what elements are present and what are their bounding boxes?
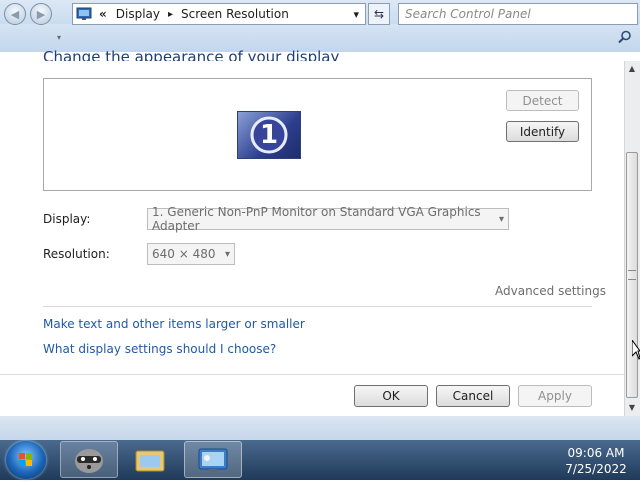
resolution-select[interactable]: 640 × 480 ▾ <box>147 243 235 265</box>
control-panel-icon <box>76 7 92 20</box>
clock-time[interactable]: 09:06 AM <box>556 446 636 460</box>
display-select-value: 1. Generic Non-PnP Monitor on Standard V… <box>152 205 481 233</box>
search-icon[interactable] <box>618 30 632 44</box>
start-button[interactable] <box>6 441 46 479</box>
back-arrow-icon: ◀ <box>10 7 20 21</box>
monitor-tile-1[interactable]: 1 <box>237 111 301 159</box>
breadcrumb-separator-icon[interactable]: ▸ <box>168 9 173 20</box>
detect-button[interactable]: Detect <box>506 90 579 111</box>
raccoon-icon <box>75 449 103 473</box>
folder-icon <box>135 450 165 472</box>
address-dropdown-icon[interactable]: ▾ <box>353 8 359 21</box>
display-label: Display: <box>43 212 91 226</box>
chevron-down-icon: ▾ <box>224 248 230 260</box>
forward-button[interactable]: ▶ <box>30 3 52 25</box>
display-select[interactable]: 1. Generic Non-PnP Monitor on Standard V… <box>147 205 509 233</box>
resolution-label: Resolution: <box>43 247 110 261</box>
text-size-link[interactable]: Make text and other items larger or smal… <box>43 317 305 331</box>
back-button[interactable]: ◀ <box>4 3 26 25</box>
footer-divider <box>0 374 624 375</box>
refresh-icon: ⇆ <box>373 7 385 21</box>
ok-button[interactable]: OK <box>354 385 428 407</box>
page-heading: Change the appearance of your display <box>43 48 340 61</box>
taskbar-app-raccoon[interactable] <box>60 441 118 478</box>
breadcrumb-item-screen-resolution[interactable]: Screen Resolution <box>181 7 289 21</box>
monitor-number: 1 <box>259 120 279 150</box>
thumb-grip-icon <box>628 270 636 280</box>
cancel-button[interactable]: Cancel <box>436 385 510 407</box>
scroll-down-icon[interactable]: ▼ <box>626 401 638 415</box>
resolution-select-value: 640 × 480 <box>152 247 216 261</box>
clock-date[interactable]: 7/25/2022 <box>556 462 636 476</box>
forward-arrow-icon: ▶ <box>36 7 46 21</box>
divider <box>43 306 592 307</box>
search-input[interactable]: Search Control Panel <box>398 3 638 25</box>
taskbar-app-control-panel[interactable] <box>184 441 242 478</box>
mouse-cursor-icon <box>632 340 640 360</box>
breadcrumb-overflow[interactable]: « <box>99 7 107 21</box>
breadcrumb-item-display[interactable]: Display <box>116 7 160 21</box>
display-settings-help-link[interactable]: What display settings should I choose? <box>43 342 276 356</box>
control-panel-icon <box>198 448 228 472</box>
apply-button[interactable]: Apply <box>518 385 592 407</box>
scroll-up-icon[interactable]: ▲ <box>626 62 638 76</box>
chevron-down-icon: ▾ <box>498 213 504 225</box>
refresh-button[interactable]: ⇆ <box>368 3 390 25</box>
window-bottom-border <box>0 416 640 440</box>
advanced-settings-link[interactable]: Advanced settings <box>495 284 606 298</box>
identify-button[interactable]: Identify <box>506 121 579 142</box>
recent-pages-dropdown[interactable]: ▾ <box>57 33 61 42</box>
address-bar[interactable]: « Display ▸ Screen Resolution ▾ <box>72 3 366 25</box>
windows-logo-icon <box>19 453 32 466</box>
taskbar-app-explorer[interactable] <box>122 441 180 478</box>
